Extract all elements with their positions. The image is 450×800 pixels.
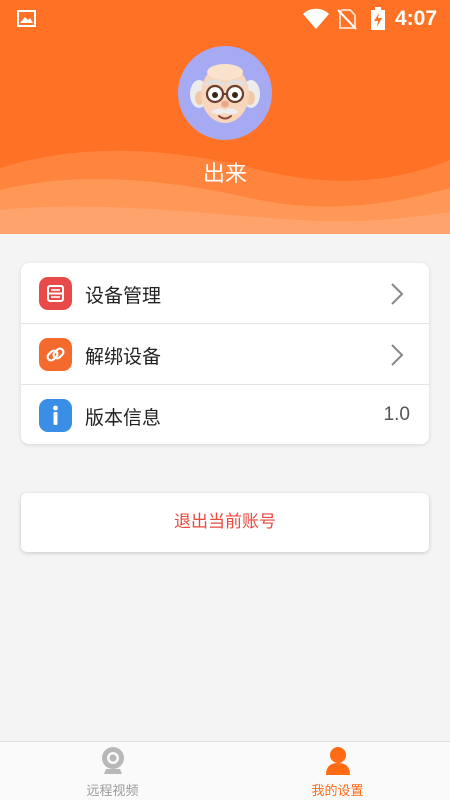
chevron-right-icon (391, 283, 404, 305)
menu-item-unbind-device[interactable]: 解绑设备 (21, 324, 429, 384)
logout-button[interactable]: 退出当前账号 (21, 493, 429, 552)
tab-remote-video[interactable]: 远程视频 (0, 742, 225, 800)
gallery-notification-icon (17, 10, 36, 27)
profile-header: 4:07 出来 (0, 0, 450, 234)
camera-icon (102, 747, 124, 774)
tab-my-settings[interactable]: 我的设置 (225, 742, 450, 800)
username: 出来 (202, 162, 247, 187)
battery-charging-icon (371, 7, 385, 30)
menu-item-device-management[interactable]: 设备管理 (21, 263, 429, 323)
tab-label: 我的设置 (311, 784, 364, 799)
settings-menu: 设备管理 解绑设备 版本信息 1.0 (21, 263, 429, 444)
menu-item-version-info[interactable]: 版本信息 1.0 (21, 385, 429, 445)
avatar[interactable] (178, 46, 272, 140)
user-icon (326, 747, 350, 775)
menu-item-label: 设备管理 (85, 285, 162, 307)
status-bar: 4:07 (0, 0, 450, 38)
menu-item-label: 版本信息 (85, 407, 162, 429)
status-time: 4:07 (395, 7, 438, 30)
chevron-right-icon (391, 344, 404, 366)
version-value: 1.0 (383, 404, 410, 425)
info-icon (39, 399, 72, 432)
no-sim-icon (337, 9, 357, 30)
bottom-tab-bar: 远程视频 我的设置 (0, 741, 450, 800)
tab-label: 远程视频 (86, 784, 139, 799)
device-management-icon (39, 277, 72, 310)
unbind-link-icon (39, 338, 72, 371)
wifi-icon (303, 8, 329, 29)
old-man-avatar-icon (190, 64, 260, 123)
menu-item-label: 解绑设备 (85, 346, 162, 368)
